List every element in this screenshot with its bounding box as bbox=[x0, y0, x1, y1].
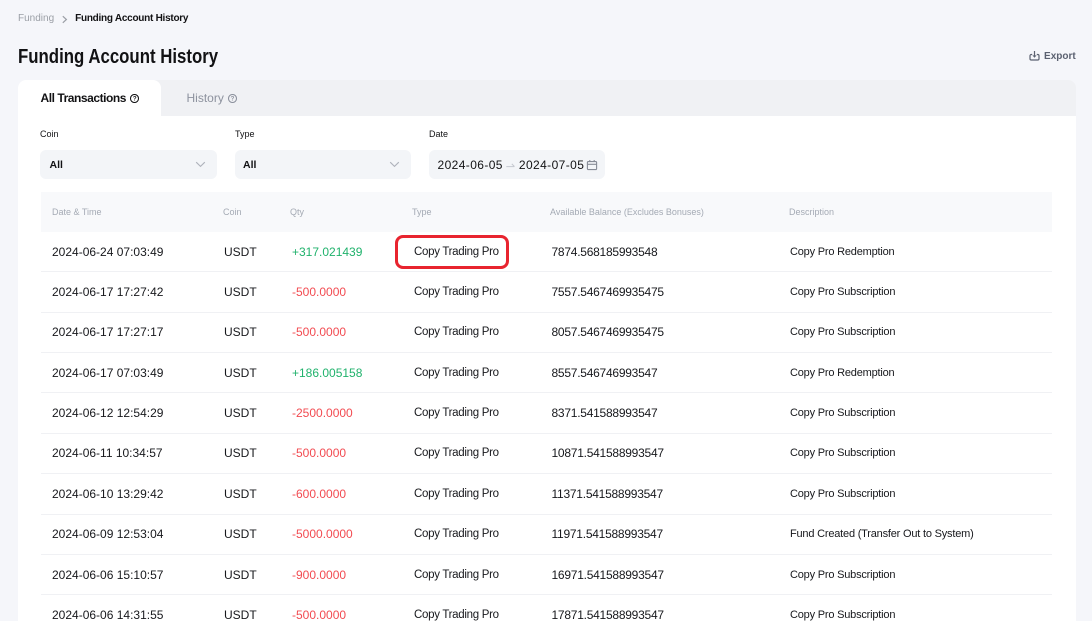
svg-text:?: ? bbox=[230, 95, 234, 102]
